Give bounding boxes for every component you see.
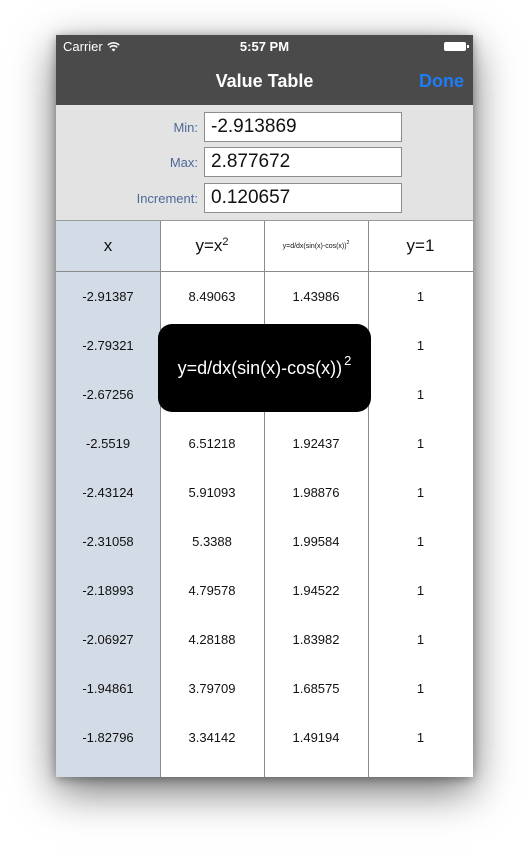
max-row: Max: (56, 147, 473, 179)
header-function-3[interactable]: y=1 (368, 221, 473, 271)
x-cell: -2.91387 (82, 289, 134, 304)
header-function-3-label: y=1 (406, 236, 435, 255)
navigation-bar: Value Table Done (56, 59, 473, 105)
function-3-cell: 1 (416, 485, 425, 500)
function-3-cell: 1 (416, 534, 425, 549)
header-function-1-exponent: 2 (222, 236, 229, 248)
range-form: Min: Max: Increment: (56, 105, 473, 221)
header-function-2[interactable]: y=d/dx(sin(x)-cos(x)) 2 (264, 221, 368, 271)
function-2-cell: 1.94522 (292, 583, 340, 598)
table-row: -1.94861 3.79709 1.68575 1 (56, 664, 473, 713)
phone-screen: Carrier 5:57 PM Value Table Done Min: Ma… (56, 35, 473, 777)
table-row: -2.5519 6.51218 1.92437 1 (56, 419, 473, 468)
x-cell: -2.79321 (82, 338, 134, 353)
x-cell: -1.94861 (82, 681, 134, 696)
x-cell: -1.82796 (82, 730, 134, 745)
function-1-cell: 3.34142 (188, 730, 236, 745)
x-cell: -2.18993 (82, 583, 134, 598)
min-row: Min: (56, 112, 473, 144)
table-row: -1.82796 3.34142 1.49194 1 (56, 713, 473, 762)
function-1-cell: 8.49063 (188, 289, 236, 304)
header-function-1-label: y=x (195, 236, 223, 255)
increment-input[interactable] (204, 183, 402, 213)
function-2-cell: 1.98876 (292, 485, 340, 500)
value-table: x y=x 2 y=d/dx(sin(x)-cos(x)) 2 y=1 -2.913… (56, 221, 473, 777)
function-2-cell: 1.43986 (292, 289, 340, 304)
header-x[interactable]: x (56, 221, 160, 271)
status-time: 5:57 PM (239, 39, 290, 54)
function-1-cell: 5.3388 (192, 534, 232, 549)
function-1-cell: 5.91093 (188, 485, 236, 500)
header-x-label: x (103, 236, 113, 255)
function-2-cell: 1.49194 (292, 730, 340, 745)
min-input[interactable] (204, 112, 402, 142)
function-3-cell: 1 (416, 338, 425, 353)
table-row: -2.43124 5.91093 1.98876 1 (56, 468, 473, 517)
battery-icon (444, 42, 469, 51)
x-cell: -2.06927 (82, 632, 134, 647)
x-cell: -2.67256 (82, 387, 134, 402)
header-function-1[interactable]: y=x 2 (160, 221, 264, 271)
function-3-cell: 1 (416, 387, 425, 402)
function-1-cell: 4.79578 (188, 583, 236, 598)
function-1-cell: 4.28188 (188, 632, 236, 647)
page-title: Value Table (215, 71, 314, 91)
tooltip-exponent: 2 (344, 352, 352, 368)
function-1-cell: 6.51218 (188, 436, 236, 451)
function-3-cell: 1 (416, 730, 425, 745)
max-label: Max: (169, 155, 198, 170)
function-3-cell: 1 (416, 583, 425, 598)
status-bar: Carrier 5:57 PM (56, 35, 473, 59)
header-function-2-label: y=d/dx(sin(x)-cos(x)) (282, 242, 347, 250)
table-row: -2.31058 5.3388 1.99584 1 (56, 517, 473, 566)
function-2-cell: 1.99584 (292, 534, 340, 549)
increment-label: Increment: (136, 191, 198, 206)
done-button[interactable]: Done (419, 71, 464, 92)
function-3-cell: 1 (416, 681, 425, 696)
max-input[interactable] (204, 147, 402, 177)
function-2-cell: 1.68575 (292, 681, 340, 696)
function-1-cell: 3.79709 (188, 681, 236, 696)
function-3-cell: 1 (416, 632, 425, 647)
tooltip-function-text: y=d/dx(sin(x)-cos(x)) (177, 357, 343, 378)
increment-row: Increment: (56, 183, 473, 215)
function-2-cell: 1.92437 (292, 436, 340, 451)
table-row: -2.91387 8.49063 1.43986 1 (56, 272, 473, 321)
table-row: -2.06927 4.28188 1.83982 1 (56, 615, 473, 664)
x-cell: -2.43124 (82, 485, 134, 500)
function-tooltip: y=d/dx(sin(x)-cos(x)) 2 (158, 324, 371, 412)
function-2-cell: 1.83982 (292, 632, 340, 647)
table-row: -2.18993 4.79578 1.94522 1 (56, 566, 473, 615)
x-cell: -2.5519 (85, 436, 131, 451)
function-3-cell: 1 (416, 436, 425, 451)
table-header: x y=x 2 y=d/dx(sin(x)-cos(x)) 2 y=1 (56, 221, 473, 272)
min-label: Min: (173, 120, 198, 135)
x-cell: -2.31058 (82, 534, 134, 549)
function-3-cell: 1 (416, 289, 425, 304)
header-function-2-exponent: 2 (346, 240, 350, 246)
